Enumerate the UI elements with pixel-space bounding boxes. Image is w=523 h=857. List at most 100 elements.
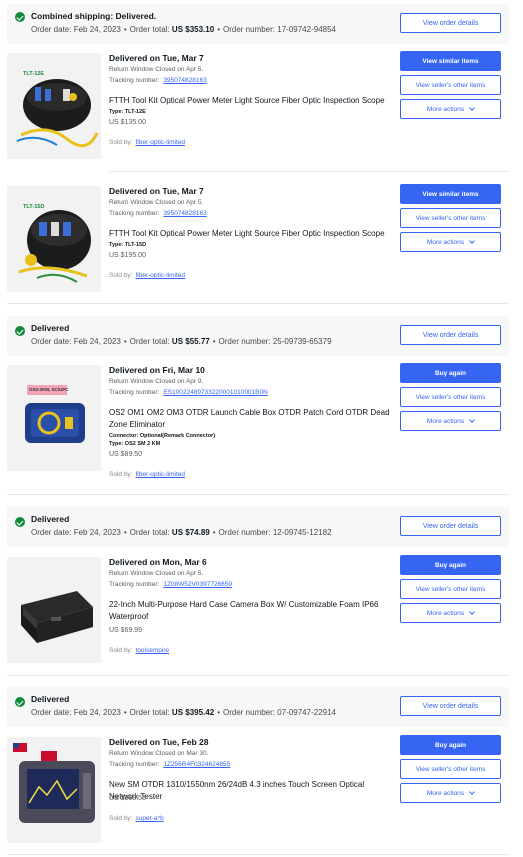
return-window-date: Apr 9. bbox=[185, 378, 204, 385]
divider bbox=[7, 494, 509, 495]
view-similar-items-button[interactable]: View similar items bbox=[400, 51, 501, 71]
order-meta: Order date: Feb 24, 2023 • Order total: US… bbox=[31, 528, 332, 537]
product-image[interactable] bbox=[7, 557, 101, 663]
sold-by-label: Sold by: bbox=[109, 139, 133, 146]
more-actions-label: More actions bbox=[426, 417, 465, 425]
order-total-label: Order total: bbox=[129, 25, 170, 34]
more-actions-button[interactable]: More actions bbox=[400, 783, 501, 803]
product-price: US $195.00 bbox=[109, 252, 146, 259]
delivery-status: Delivered on Mon, Mar 6 bbox=[109, 557, 207, 567]
sold-by: Sold by: fiber-optic-limited bbox=[109, 272, 185, 279]
more-actions-label: More actions bbox=[426, 238, 465, 246]
delivery-status: Delivered on Tue, Mar 7 bbox=[109, 53, 204, 63]
order-status: Delivered bbox=[31, 323, 70, 333]
delivery-status: Delivered on Fri, Mar 10 bbox=[109, 365, 205, 375]
order-meta: Order date: Feb 24, 2023 • Order total: US… bbox=[31, 25, 336, 34]
separator-dot: • bbox=[217, 708, 220, 717]
more-actions-label: More actions bbox=[426, 105, 465, 113]
product-image[interactable]: TLT-12E bbox=[7, 53, 101, 159]
view-sellers-other-items-button[interactable]: View seller's other items bbox=[400, 75, 501, 95]
tracking-row: Tracking number: 1Z256R4F0324624855 bbox=[109, 761, 230, 768]
product-image-label: TLT-15D bbox=[23, 204, 45, 210]
check-icon bbox=[15, 697, 25, 707]
return-window-date: Apr 5. bbox=[185, 66, 204, 73]
seller-link[interactable]: fiber-optic-limited bbox=[136, 272, 186, 279]
divider bbox=[109, 171, 509, 172]
order-date-label: Order date: bbox=[31, 25, 72, 34]
product-image-label: OS2-2KM, SC/UPC bbox=[29, 387, 69, 392]
check-icon bbox=[15, 12, 25, 22]
order-total-label: Order total: bbox=[129, 337, 170, 346]
check-icon bbox=[15, 326, 25, 336]
product-title-link[interactable]: OS2 OM1 OM2 OM3 OTDR Launch Cable Box OT… bbox=[109, 407, 393, 431]
seller-link[interactable]: fiber-optic-limited bbox=[136, 139, 186, 146]
tracking-label: Tracking number: bbox=[109, 77, 160, 84]
product-image-label: TLT-12E bbox=[23, 71, 44, 77]
tracking-number-link[interactable]: 395074828163 bbox=[163, 77, 206, 84]
more-actions-button[interactable]: More actions bbox=[400, 99, 501, 119]
return-window-prefix: Return Window Closed on bbox=[109, 378, 185, 385]
more-actions-label: More actions bbox=[426, 789, 465, 797]
more-actions-button[interactable]: More actions bbox=[400, 232, 501, 252]
view-sellers-other-items-button[interactable]: View seller's other items bbox=[400, 208, 501, 228]
view-order-details-button[interactable]: View order details bbox=[400, 325, 501, 345]
buy-again-button[interactable]: Buy again bbox=[400, 735, 501, 755]
tracking-number-link[interactable]: ES10022489733220001010001B0N bbox=[163, 389, 267, 396]
product-title-link[interactable]: FTTH Tool Kit Optical Power Meter Light … bbox=[109, 228, 393, 240]
separator-dot: • bbox=[123, 708, 127, 717]
view-order-details-button[interactable]: View order details bbox=[400, 516, 501, 536]
separator-dot: • bbox=[212, 528, 216, 537]
view-sellers-other-items-button[interactable]: View seller's other items bbox=[400, 759, 501, 779]
sold-by-label: Sold by: bbox=[109, 471, 133, 478]
chevron-down-icon bbox=[469, 608, 475, 615]
check-icon bbox=[15, 517, 25, 527]
sold-by-label: Sold by: bbox=[109, 815, 133, 822]
return-window-prefix: Return Window Closed on bbox=[109, 66, 185, 73]
tracking-label: Tracking number: bbox=[109, 210, 160, 217]
view-sellers-other-items-button[interactable]: View seller's other items bbox=[400, 387, 501, 407]
tracking-number-link[interactable]: 1Z256R4F0324624855 bbox=[163, 761, 230, 768]
buy-again-button[interactable]: Buy again bbox=[400, 555, 501, 575]
more-actions-button[interactable]: More actions bbox=[400, 411, 501, 431]
return-window: Return Window Closed on Apr 5. bbox=[109, 199, 203, 206]
product-title-link[interactable]: 22-Inch Multi-Purpose Hard Case Camera B… bbox=[109, 599, 393, 623]
view-order-details-button[interactable]: View order details bbox=[400, 13, 501, 33]
tracking-number-link[interactable]: 1Z08W52V0397726659 bbox=[163, 581, 232, 588]
tracking-row: Tracking number: 395074828163 bbox=[109, 77, 207, 84]
order-date: Feb 24, 2023 bbox=[73, 708, 121, 717]
sold-by: Sold by: fiber-optic-limited bbox=[109, 471, 185, 478]
product-image[interactable]: OS2-2KM, SC/UPC bbox=[7, 365, 101, 471]
order-total: US $395.42 bbox=[171, 708, 215, 717]
seller-link[interactable]: toolsempire bbox=[136, 647, 170, 654]
more-actions-button[interactable]: More actions bbox=[400, 603, 501, 623]
product-title-link[interactable]: FTTH Tool Kit Optical Power Meter Light … bbox=[109, 95, 393, 107]
product-image[interactable]: TLT-15D bbox=[7, 186, 101, 292]
seller-link[interactable]: super-a*b bbox=[136, 815, 164, 822]
product-title-link[interactable]: New SM OTDR 1310/1550nm 26/24dB 4.3 inch… bbox=[109, 779, 393, 803]
order-status: Delivered bbox=[31, 694, 70, 704]
tracking-number-link[interactable]: 395074828163 bbox=[163, 210, 206, 217]
sold-by: Sold by: super-a*b bbox=[109, 815, 164, 822]
order-date: Feb 24, 2023 bbox=[73, 528, 121, 537]
tracking-row: Tracking number: 1Z08W52V0397726659 bbox=[109, 581, 232, 588]
chevron-down-icon bbox=[469, 788, 475, 795]
order-total-label: Order total: bbox=[129, 528, 170, 537]
tracking-row: Tracking number: ES1002248973322000101000… bbox=[109, 389, 268, 396]
product-price: US $135.00 bbox=[109, 119, 146, 126]
sold-by-label: Sold by: bbox=[109, 647, 133, 654]
view-sellers-other-items-button[interactable]: View seller's other items bbox=[400, 579, 501, 599]
delivery-status: Delivered on Tue, Mar 7 bbox=[109, 186, 204, 196]
view-similar-items-button[interactable]: View similar items bbox=[400, 184, 501, 204]
product-image[interactable] bbox=[7, 737, 101, 843]
separator-dot: • bbox=[217, 25, 220, 34]
separator-dot: • bbox=[123, 528, 127, 537]
return-window-date: Apr 5. bbox=[185, 199, 204, 206]
seller-link[interactable]: fiber-optic-limited bbox=[136, 471, 186, 478]
view-order-details-button[interactable]: View order details bbox=[400, 696, 501, 716]
order-number-label: Order number: bbox=[223, 25, 276, 34]
buy-again-button[interactable]: Buy again bbox=[400, 363, 501, 383]
divider bbox=[7, 675, 509, 676]
return-window: Return Window Closed on Apr 5. bbox=[109, 570, 203, 577]
sold-by-label: Sold by: bbox=[109, 272, 133, 279]
order-total: US $55.77 bbox=[171, 337, 210, 346]
